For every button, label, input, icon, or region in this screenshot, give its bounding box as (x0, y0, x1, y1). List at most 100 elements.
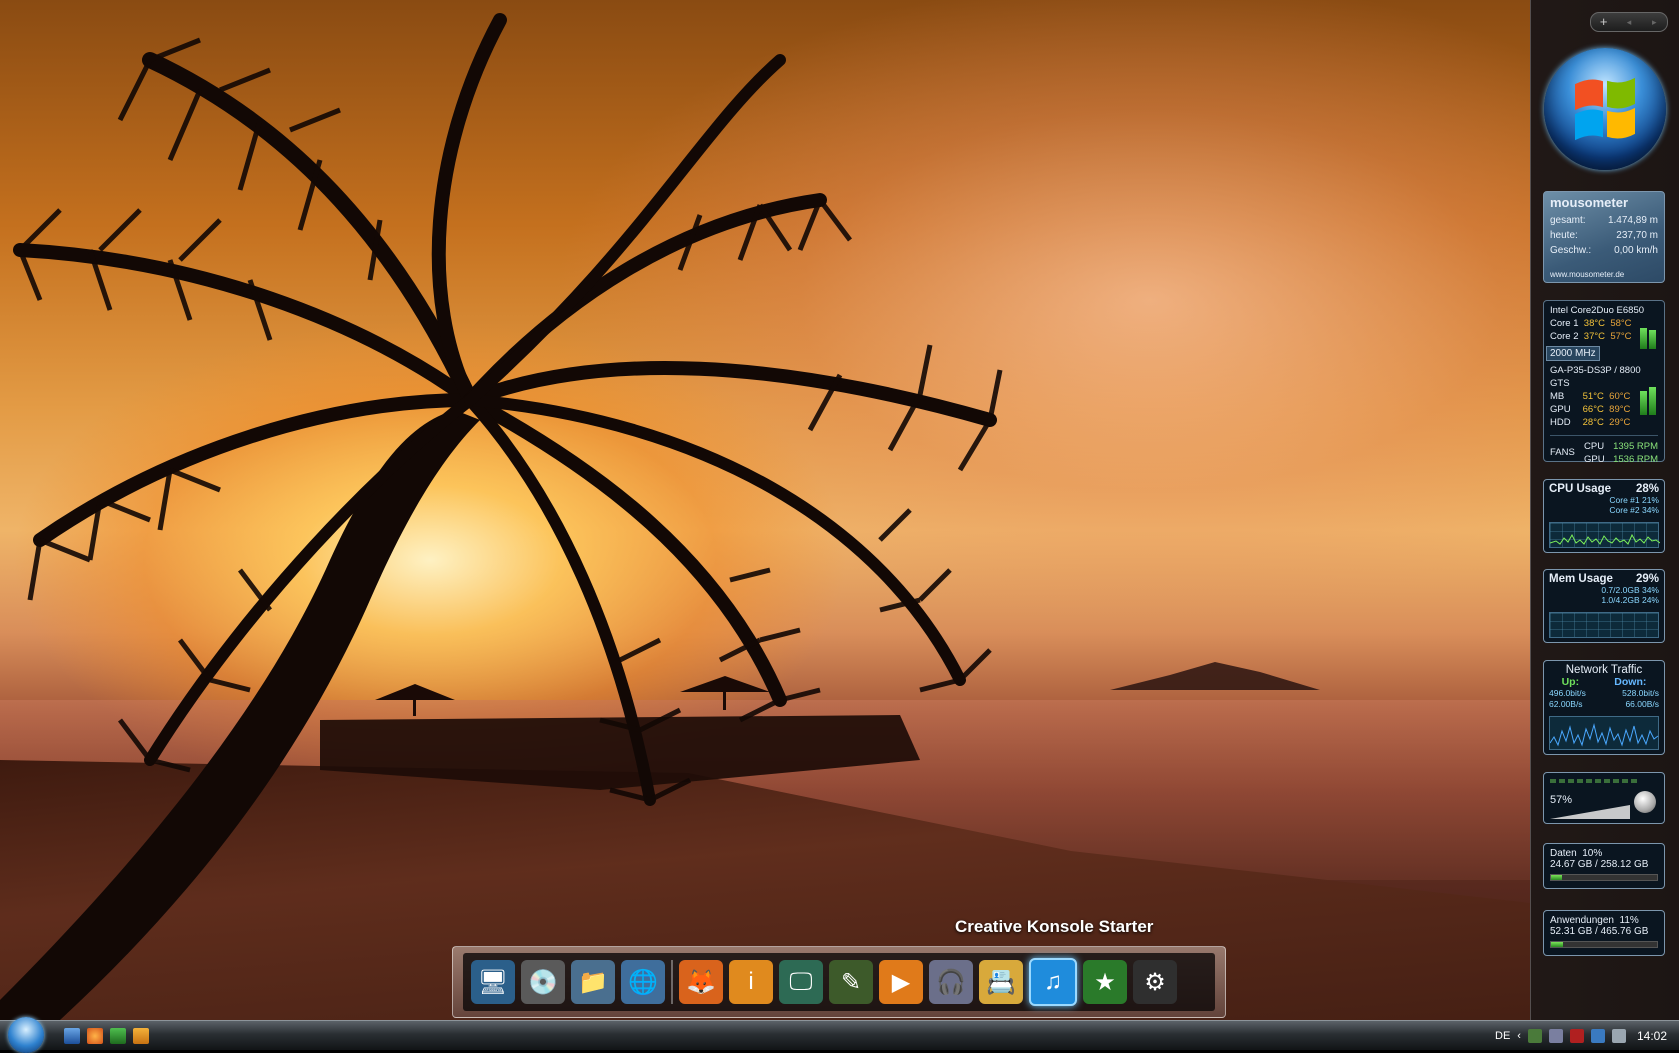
volume-level-leds (1550, 779, 1637, 783)
drive-name: Anwendungen (1550, 915, 1614, 926)
firefox-icon[interactable]: 🦊 (679, 960, 723, 1004)
drive-icon[interactable]: 💿 (521, 960, 565, 1004)
volume-gadget[interactable]: 57% (1543, 772, 1665, 824)
mousometer-value: 237,70 m (1616, 230, 1658, 241)
network-tray-icon[interactable] (1590, 1028, 1605, 1043)
firefox-quicklaunch-icon[interactable] (87, 1028, 103, 1044)
cpu-usage-graph (1549, 522, 1661, 548)
core-temp-current: 38°C (1583, 318, 1606, 329)
volume-slider[interactable] (1550, 805, 1630, 819)
fan-label: CPU (1584, 441, 1605, 452)
cpu-usage-header: CPU Usage 28% (1544, 480, 1664, 495)
sensor-temp-max: 60°C (1609, 391, 1631, 402)
dock-hover-label: Creative Konsole Starter (955, 917, 1154, 936)
sensor-temp-current: 28°C (1582, 417, 1604, 428)
sensor-temp-current: 51°C (1582, 391, 1604, 402)
mousometer-value: 0,00 km/h (1614, 245, 1658, 256)
fans-list: CPU 1395 RPM GPU 1536 RPM (1584, 440, 1658, 466)
cpu-temp-bars (1640, 319, 1658, 349)
mem-usage-percent: 29% (1635, 573, 1659, 585)
drive-usage-bar (1550, 941, 1658, 948)
media-player-icon[interactable]: ▶ (879, 960, 923, 1004)
tray-app-icon[interactable] (1527, 1028, 1542, 1043)
info-icon[interactable]: i (729, 960, 773, 1004)
core2-usage: Core #2 34% (1609, 505, 1659, 515)
drive-gadget[interactable]: Anwendungen 11% 52.31 GB / 465.76 GB (1543, 910, 1665, 956)
start-button[interactable] (8, 1017, 44, 1053)
tray-app-icon[interactable] (1548, 1028, 1563, 1043)
computer-icon[interactable]: 🖥 (471, 960, 515, 1004)
music-icon[interactable]: ♫ (1029, 958, 1077, 1006)
app-icon[interactable]: ✎ (829, 960, 873, 1004)
mem-usage-graph (1549, 612, 1659, 638)
upload-bytes: 62.00B/s (1549, 699, 1583, 709)
contacts-icon[interactable]: 📇 (979, 960, 1023, 1004)
mousometer-link[interactable]: www.mousometer.de (1550, 270, 1624, 279)
core-temp-max: 58°C (1610, 318, 1632, 329)
network-graph (1549, 716, 1659, 750)
sensor-temp-current: 66°C (1582, 404, 1604, 415)
sensor-label: GPU (1550, 404, 1571, 415)
star4-icon[interactable]: ★ (1083, 960, 1127, 1004)
steam-icon[interactable]: ⚙ (1133, 960, 1177, 1004)
mousometer-label: gesamt: (1550, 215, 1586, 226)
network-direction-labels: Up: Down: (1544, 676, 1664, 688)
core1-usage: Core #1 21% (1609, 495, 1659, 505)
cpu-usage-percent: 28% (1635, 483, 1659, 495)
sidebar-controls: + ◂ ▸ (1590, 12, 1668, 32)
app-quicklaunch-icon[interactable] (110, 1028, 126, 1044)
volume-tray-icon[interactable] (1611, 1028, 1626, 1043)
add-gadget-button[interactable]: + (1591, 13, 1616, 31)
mousometer-title: mousometer (1550, 195, 1629, 210)
dock-icon-row: 🖥 💿 📁 🌐 🦊 i 🖵 ✎ ▶ 🎧 📇 ♫ ★ ⚙ (463, 953, 1215, 1011)
fan-row: CPU 1395 RPM (1584, 440, 1658, 453)
prev-page-button[interactable]: ◂ (1616, 13, 1641, 31)
network-rates-bits: 496.0bit/s 528.0bit/s (1544, 688, 1664, 699)
monitor-icon[interactable]: 🖵 (779, 960, 823, 1004)
cpu-usage-title: CPU Usage (1549, 483, 1611, 495)
drive-usage-bar (1550, 874, 1658, 881)
network-icon[interactable]: 🌐 (621, 960, 665, 1004)
network-rates-bytes: 62.00B/s 66.00B/s (1544, 699, 1664, 710)
hardware-monitor-gadget[interactable]: Intel Core2Duo E6850 Core 1 38°C 58°C Co… (1543, 300, 1665, 465)
network-traffic-gadget[interactable]: Network Traffic Up: Down: 496.0bit/s 528… (1543, 660, 1665, 755)
language-indicator[interactable]: DE (1495, 1030, 1510, 1042)
ram-usage: 0.7/2.0GB 34% (1601, 585, 1659, 595)
memory-usage-gadget[interactable]: Mem Usage 29% 0.7/2.0GB 34% 1.0/4.2GB 24… (1543, 569, 1665, 643)
mousometer-gadget[interactable]: mousometer gesamt: 1.474,89 m heute: 237… (1543, 191, 1665, 283)
cpu-usage-gadget[interactable]: CPU Usage 28% Core #1 21% Core #2 34% (1543, 479, 1665, 553)
board-temp-bars (1640, 385, 1658, 415)
drive-name-row: Daten 10% (1544, 844, 1664, 859)
windows-logo-gadget[interactable] (1544, 48, 1666, 170)
upload-label: Up: (1561, 676, 1580, 688)
mousometer-row: Geschw.: 0,00 km/h (1544, 243, 1664, 258)
drive-size: 52.31 GB / 465.76 GB (1550, 926, 1649, 937)
volume-knob-icon[interactable] (1634, 791, 1656, 813)
drive-percent: 11% (1619, 915, 1639, 926)
network-title: Network Traffic (1565, 664, 1643, 676)
drive-gadget[interactable]: Daten 10% 24.67 GB / 258.12 GB (1543, 843, 1665, 889)
upload-bits: 496.0bit/s (1549, 688, 1586, 698)
tray-expand-icon[interactable]: ‹ (1517, 1030, 1521, 1042)
download-bytes: 66.00B/s (1625, 699, 1659, 709)
mem-usage-header: Mem Usage 29% (1544, 570, 1664, 585)
documents-icon[interactable]: 📁 (571, 960, 615, 1004)
core-label: Core 2 (1550, 331, 1579, 342)
core-temp-current: 37°C (1583, 331, 1606, 342)
fans-label: FANS (1550, 447, 1575, 458)
download-label: Down: (1614, 676, 1647, 688)
core-temp-max: 57°C (1610, 331, 1632, 342)
show-desktop-icon[interactable] (64, 1028, 80, 1044)
fan-speed: 1395 RPM (1613, 441, 1658, 452)
mousometer-value: 1.474,89 m (1607, 215, 1658, 226)
desktop-wallpaper[interactable] (0, 0, 1530, 1020)
media-quicklaunch-icon[interactable] (133, 1028, 149, 1044)
fans-section: FANS CPU 1395 RPM GPU 1536 RPM (1550, 435, 1658, 466)
headphones-icon[interactable]: 🎧 (929, 960, 973, 1004)
sensor-row: HDD 28°C 29°C (1550, 416, 1658, 429)
next-page-button[interactable]: ▸ (1642, 13, 1667, 31)
tray-app-icon[interactable] (1569, 1028, 1584, 1043)
system-tray: DE ‹ 14:02 (1495, 1021, 1679, 1050)
sensor-temp-max: 89°C (1609, 404, 1631, 415)
clock[interactable]: 14:02 (1637, 1029, 1667, 1043)
